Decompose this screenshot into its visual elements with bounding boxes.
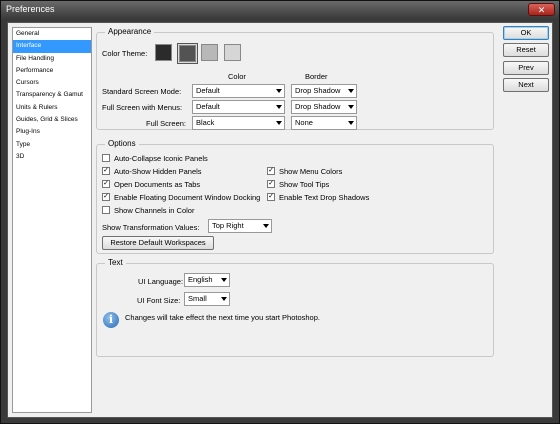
show-channels-in-color-checkbox[interactable]: Show Channels in Color bbox=[102, 205, 194, 216]
category-list: General Interface File Handling Performa… bbox=[12, 27, 92, 413]
theme-swatch-4-wrap[interactable] bbox=[223, 43, 244, 64]
checkmark-icon: ✓ bbox=[102, 167, 110, 175]
next-button[interactable]: Next bbox=[503, 78, 549, 92]
chevron-down-icon bbox=[221, 278, 227, 282]
ok-button[interactable]: OK bbox=[503, 26, 549, 40]
transformation-values-select[interactable]: Top Right bbox=[208, 219, 272, 233]
title-bar[interactable]: Preferences ✕ bbox=[1, 1, 559, 18]
sidebar-item-performance[interactable]: Performance bbox=[13, 65, 91, 77]
standard-screen-color-value: Default bbox=[196, 86, 220, 95]
checkmark-icon: ✓ bbox=[102, 180, 110, 188]
full-screen-color-value: Black bbox=[196, 118, 215, 127]
checkmark-icon: ✓ bbox=[267, 167, 275, 175]
checkbox-label: Auto-Show Hidden Panels bbox=[114, 167, 202, 176]
sidebar-item-transparency-gamut[interactable]: Transparency & Gamut bbox=[13, 89, 91, 101]
checkbox-label: Enable Floating Document Window Docking bbox=[114, 193, 261, 202]
theme-swatch-3-wrap[interactable] bbox=[200, 43, 221, 64]
full-screen-menus-color-select[interactable]: Default bbox=[192, 100, 285, 114]
full-screen-menus-color-value: Default bbox=[196, 102, 220, 111]
full-screen-menus-border-select[interactable]: Drop Shadow bbox=[291, 100, 357, 114]
close-icon: ✕ bbox=[537, 5, 546, 15]
auto-show-hidden-panels-checkbox[interactable]: ✓ Auto-Show Hidden Panels bbox=[102, 166, 202, 177]
info-icon: i bbox=[103, 312, 119, 328]
sidebar-item-general[interactable]: General bbox=[13, 28, 91, 40]
close-button[interactable]: ✕ bbox=[528, 3, 555, 16]
checkbox-label: Show Menu Colors bbox=[279, 167, 343, 176]
theme-swatch-3[interactable] bbox=[201, 44, 218, 61]
dialog-body: General Interface File Handling Performa… bbox=[7, 22, 553, 418]
text-group: Text UI Language: English UI Font Size: … bbox=[96, 258, 494, 357]
standard-screen-border-select[interactable]: Drop Shadow bbox=[291, 84, 357, 98]
chevron-down-icon bbox=[348, 105, 354, 109]
sidebar-item-file-handling[interactable]: File Handling bbox=[13, 53, 91, 65]
sidebar-item-cursors[interactable]: Cursors bbox=[13, 77, 91, 89]
checkmark-icon: ✓ bbox=[267, 180, 275, 188]
standard-screen-color-select[interactable]: Default bbox=[192, 84, 285, 98]
show-tool-tips-checkbox[interactable]: ✓ Show Tool Tips bbox=[267, 179, 329, 190]
ui-font-size-select[interactable]: Small bbox=[184, 292, 230, 306]
options-group: Options Auto-Collapse Iconic Panels ✓ Aut… bbox=[96, 139, 494, 254]
ui-language-value: English bbox=[188, 275, 213, 284]
window-title: Preferences bbox=[6, 4, 55, 14]
checkbox-label: Open Documents as Tabs bbox=[114, 180, 201, 189]
sidebar-item-type[interactable]: Type bbox=[13, 139, 91, 151]
options-title: Options bbox=[105, 139, 139, 148]
column-header-border: Border bbox=[305, 72, 328, 81]
prev-button[interactable]: Prev bbox=[503, 61, 549, 75]
transformation-values-value: Top Right bbox=[212, 221, 244, 230]
text-title: Text bbox=[105, 258, 126, 267]
full-screen-color-select[interactable]: Black bbox=[192, 116, 285, 130]
theme-swatch-1[interactable] bbox=[155, 44, 172, 61]
full-screen-menus-label: Full Screen with Menus: bbox=[102, 103, 183, 112]
appearance-title: Appearance bbox=[105, 27, 155, 36]
restore-default-workspaces-button[interactable]: Restore Default Workspaces bbox=[102, 236, 214, 250]
ui-language-label: UI Language: bbox=[138, 277, 184, 286]
column-header-color: Color bbox=[228, 72, 246, 81]
chevron-down-icon bbox=[221, 297, 227, 301]
chevron-down-icon bbox=[276, 105, 282, 109]
checkmark-icon: ✓ bbox=[267, 193, 275, 201]
sidebar-item-3d[interactable]: 3D bbox=[13, 151, 91, 163]
chevron-down-icon bbox=[276, 89, 282, 93]
standard-screen-border-value: Drop Shadow bbox=[295, 86, 341, 95]
checkbox-label: Enable Text Drop Shadows bbox=[279, 193, 370, 202]
checkbox-label: Show Tool Tips bbox=[279, 180, 330, 189]
chevron-down-icon bbox=[348, 89, 354, 93]
checkbox-label: Auto-Collapse Iconic Panels bbox=[114, 154, 208, 163]
full-screen-border-select[interactable]: None bbox=[291, 116, 357, 130]
theme-swatch-2[interactable] bbox=[179, 45, 196, 62]
ui-font-size-label: UI Font Size: bbox=[137, 296, 181, 305]
transformation-values-label: Show Transformation Values: bbox=[102, 223, 200, 232]
enable-floating-docking-checkbox[interactable]: ✓ Enable Floating Document Window Docking bbox=[102, 192, 260, 203]
enable-text-drop-shadows-checkbox[interactable]: ✓ Enable Text Drop Shadows bbox=[267, 192, 369, 203]
full-screen-menus-border-value: Drop Shadow bbox=[295, 102, 341, 111]
sidebar-item-plug-ins[interactable]: Plug-Ins bbox=[13, 126, 91, 138]
appearance-group: Appearance Color Theme: Color Border Sta… bbox=[96, 27, 494, 130]
full-screen-label: Full Screen: bbox=[146, 119, 187, 128]
theme-swatch-4[interactable] bbox=[224, 44, 241, 61]
info-message: Changes will take effect the next time y… bbox=[125, 313, 320, 322]
chevron-down-icon bbox=[276, 121, 282, 125]
ui-language-select[interactable]: English bbox=[184, 273, 230, 287]
chevron-down-icon bbox=[263, 224, 269, 228]
sidebar-item-units-rulers[interactable]: Units & Rulers bbox=[13, 102, 91, 114]
checkmark-icon: ✓ bbox=[102, 193, 110, 201]
full-screen-border-value: None bbox=[295, 118, 313, 127]
ui-font-size-value: Small bbox=[188, 294, 207, 303]
checkbox-box bbox=[102, 206, 110, 214]
theme-swatch-2-wrap[interactable] bbox=[177, 43, 198, 64]
standard-screen-mode-label: Standard Screen Mode: bbox=[102, 87, 182, 96]
color-theme-label: Color Theme: bbox=[102, 49, 148, 58]
checkbox-box bbox=[102, 154, 110, 162]
theme-swatch-1-wrap[interactable] bbox=[154, 43, 175, 64]
checkbox-label: Show Channels in Color bbox=[114, 206, 195, 215]
reset-button[interactable]: Reset bbox=[503, 43, 549, 57]
auto-collapse-iconic-panels-checkbox[interactable]: Auto-Collapse Iconic Panels bbox=[102, 153, 208, 164]
preferences-window: Preferences ✕ General Interface File Han… bbox=[0, 0, 560, 424]
sidebar-item-guides-grid-slices[interactable]: Guides, Grid & Slices bbox=[13, 114, 91, 126]
chevron-down-icon bbox=[348, 121, 354, 125]
open-documents-as-tabs-checkbox[interactable]: ✓ Open Documents as Tabs bbox=[102, 179, 200, 190]
show-menu-colors-checkbox[interactable]: ✓ Show Menu Colors bbox=[267, 166, 342, 177]
sidebar-item-interface[interactable]: Interface bbox=[13, 40, 91, 53]
